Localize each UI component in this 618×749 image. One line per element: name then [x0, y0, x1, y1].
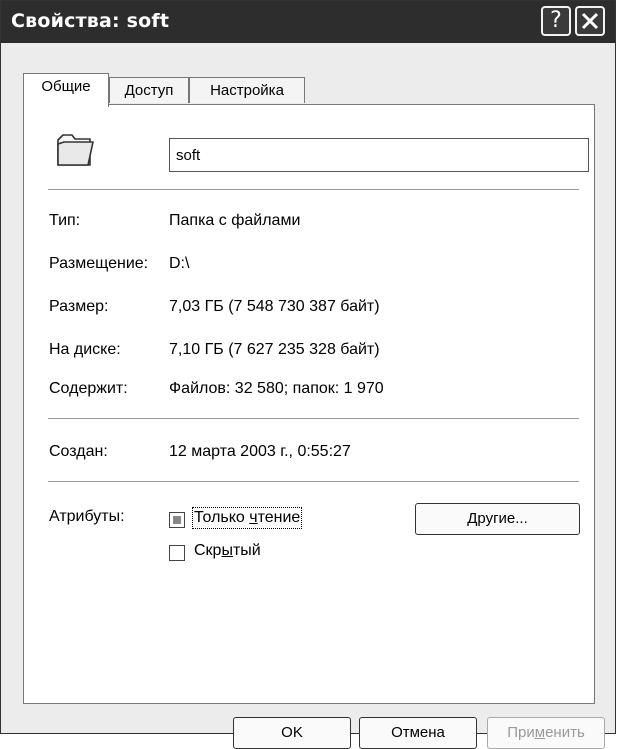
close-icon [581, 12, 599, 30]
divider [48, 189, 579, 190]
folder-icon [57, 134, 94, 166]
size-value: 7,03 ГБ (7 548 730 387 байт) [169, 298, 380, 315]
readonly-checkbox[interactable] [169, 512, 185, 528]
contains-label: Содержит: [49, 380, 128, 397]
close-button[interactable] [575, 6, 605, 36]
contains-value: Файлов: 32 580; папок: 1 970 [169, 380, 384, 397]
size-label: Размер: [49, 298, 109, 315]
created-label: Создан: [49, 443, 108, 460]
divider [48, 481, 579, 482]
title-bar[interactable]: Свойства: soft ? [1, 1, 615, 43]
divider [48, 418, 579, 419]
ondisk-value: 7,10 ГБ (7 627 235 328 байт) [169, 341, 380, 358]
properties-window: Свойства: soft ? Общие Доступ Настройка … [0, 0, 616, 749]
folder-name-input[interactable] [169, 138, 589, 172]
question-icon: ? [550, 8, 562, 33]
window-title: Свойства: soft [11, 10, 170, 32]
general-tab-panel: Тип: Папка с файлами Размещение: D:\ Раз… [23, 104, 595, 704]
ondisk-label: На диске: [49, 341, 121, 358]
tab-access[interactable]: Доступ [109, 77, 189, 103]
readonly-checkbox-label[interactable]: Только чтение [191, 507, 303, 529]
apply-button[interactable]: Применить [487, 717, 605, 749]
type-value: Папка с файлами [169, 212, 301, 229]
location-value: D:\ [169, 255, 190, 272]
hidden-checkbox-label[interactable]: Скрытый [194, 542, 261, 560]
other-attributes-button[interactable]: Другие... [415, 503, 580, 535]
created-value: 12 марта 2003 г., 0:55:27 [169, 443, 351, 460]
ok-button[interactable]: OK [233, 717, 351, 749]
hidden-checkbox[interactable] [169, 545, 185, 561]
tab-general[interactable]: Общие [23, 73, 109, 107]
location-label: Размещение: [49, 255, 149, 272]
help-button[interactable]: ? [541, 6, 571, 36]
cancel-button[interactable]: Отмена [359, 717, 477, 749]
attributes-label: Атрибуты: [49, 508, 125, 525]
tab-settings[interactable]: Настройка [189, 77, 305, 103]
type-label: Тип: [49, 212, 81, 229]
